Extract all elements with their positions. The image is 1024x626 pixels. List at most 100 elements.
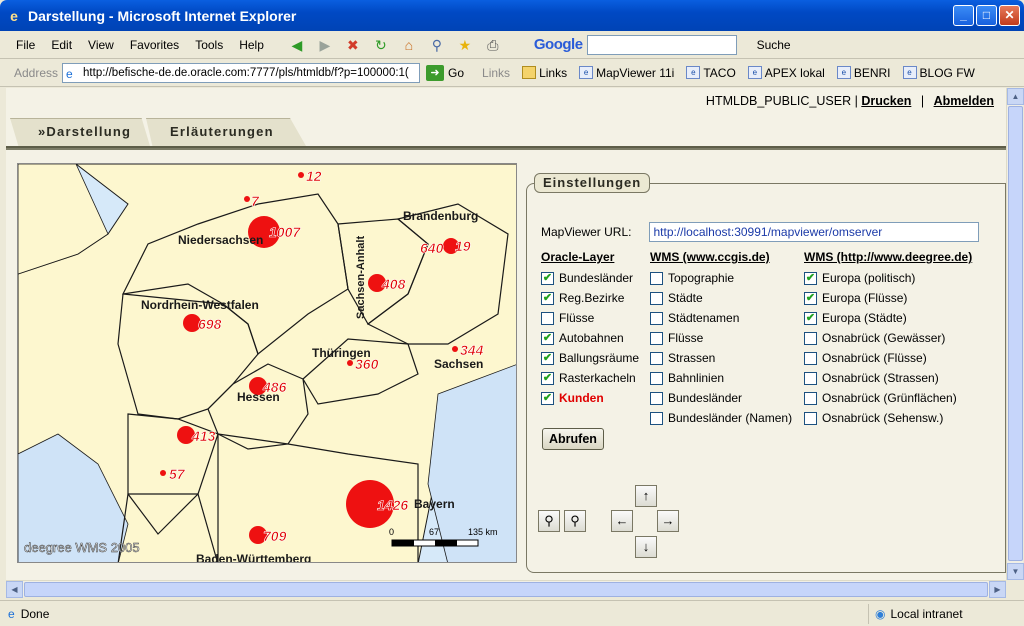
google-search-input[interactable]: [586, 34, 737, 55]
cb-regbezirke[interactable]: ✔ Reg.Bezirke: [541, 288, 639, 308]
forward-icon[interactable]: ▶: [314, 35, 336, 55]
checkbox-checked[interactable]: ✔: [541, 391, 554, 405]
back-icon[interactable]: ◀: [286, 35, 308, 55]
checkbox-checked[interactable]: ✔: [541, 331, 554, 345]
cb-bundeslaender[interactable]: ✔ Bundesländer: [541, 268, 639, 288]
pan-down-button[interactable]: ↓: [635, 536, 657, 558]
vertical-scrollbar[interactable]: ▲ ▼: [1006, 88, 1024, 580]
scroll-up-icon[interactable]: ▲: [1007, 88, 1024, 105]
zoom-out-button[interactable]: ⚲: [538, 510, 560, 532]
cb-europa-staedte[interactable]: ✔ Europa (Städte): [804, 308, 972, 328]
menu-file[interactable]: File: [8, 38, 43, 52]
menu-edit[interactable]: Edit: [43, 38, 80, 52]
checkbox-unchecked[interactable]: [650, 391, 663, 405]
checkbox-unchecked[interactable]: [650, 411, 663, 425]
cb-europa-politisch[interactable]: ✔ Europa (politisch): [804, 268, 972, 288]
checkbox-unchecked[interactable]: [804, 331, 817, 345]
cb-staedte[interactable]: Städte: [650, 288, 792, 308]
close-button[interactable]: ✕: [999, 5, 1020, 26]
cb-ccgis-fluesse[interactable]: Flüsse: [650, 328, 792, 348]
vertical-scroll-thumb[interactable]: [1008, 106, 1023, 561]
checkbox-checked[interactable]: ✔: [541, 291, 554, 305]
search-icon[interactable]: ⚲: [426, 35, 448, 55]
refresh-icon[interactable]: ↻: [370, 35, 392, 55]
checkbox-checked[interactable]: ✔: [541, 351, 554, 365]
checkbox-unchecked[interactable]: [804, 391, 817, 405]
checkbox-checked[interactable]: ✔: [804, 311, 817, 325]
pan-up-button[interactable]: ↑: [635, 485, 657, 507]
scroll-right-icon[interactable]: ▶: [989, 581, 1006, 598]
checkbox-unchecked[interactable]: [541, 311, 554, 325]
cb-osn-sehensw[interactable]: Osnabrück (Sehensw.): [804, 408, 972, 428]
pan-left-button[interactable]: ←: [611, 510, 633, 532]
home-icon[interactable]: ⌂: [398, 35, 420, 55]
print-icon[interactable]: ⎙: [482, 35, 504, 55]
menu-view[interactable]: View: [80, 38, 122, 52]
favorites-icon[interactable]: ★: [454, 35, 476, 55]
cb-osn-fluesse[interactable]: Osnabrück (Flüsse): [804, 348, 972, 368]
maximize-button[interactable]: □: [976, 5, 997, 26]
checkbox-unchecked[interactable]: [804, 371, 817, 385]
cb-bahnlinien[interactable]: Bahnlinien: [650, 368, 792, 388]
cb-europa-fluesse[interactable]: ✔ Europa (Flüsse): [804, 288, 972, 308]
google-search-button[interactable]: Suche: [757, 38, 791, 52]
cb-topographie[interactable]: Topographie: [650, 268, 792, 288]
menu-help[interactable]: Help: [231, 38, 272, 52]
print-link[interactable]: Drucken: [861, 94, 911, 108]
checkbox-unchecked[interactable]: [804, 411, 817, 425]
cb-osn-gewaesser[interactable]: Osnabrück (Gewässer): [804, 328, 972, 348]
cb-ccgis-bundeslaender[interactable]: Bundesländer: [650, 388, 792, 408]
mapviewer-url-input[interactable]: http://localhost:30991/mapviewer/omserve…: [649, 222, 980, 242]
logout-link[interactable]: Abmelden: [934, 94, 994, 108]
abrufen-button[interactable]: Abrufen: [542, 428, 604, 450]
cb-kunden[interactable]: ✔ Kunden: [541, 388, 639, 408]
checkbox-checked[interactable]: ✔: [541, 271, 554, 285]
horizontal-scrollbar[interactable]: ◀ ▶: [6, 580, 1006, 598]
ie-icon: e: [10, 7, 18, 24]
go-button[interactable]: ➜ Go: [426, 64, 464, 81]
checkbox-checked[interactable]: ✔: [804, 271, 817, 285]
menu-tools[interactable]: Tools: [187, 38, 231, 52]
cb-autobahnen[interactable]: ✔ Autobahnen: [541, 328, 639, 348]
link-benri[interactable]: e BENRI: [836, 66, 891, 80]
address-input[interactable]: e http://befische-de.de.oracle.com:7777/…: [62, 62, 421, 83]
link-mapviewer[interactable]: e MapViewer 11i: [579, 66, 674, 80]
checkbox-unchecked[interactable]: [650, 311, 663, 325]
cb-staedtenamen[interactable]: Städtenamen: [650, 308, 792, 328]
tab-darstellung[interactable]: »Darstellung: [10, 118, 150, 146]
checkbox-unchecked[interactable]: [650, 351, 663, 365]
checkbox-unchecked[interactable]: [650, 331, 663, 345]
count-hessen: 486: [262, 379, 287, 395]
map-view[interactable]: Niedersachsen Brandenburg Sachsen-Anhalt…: [17, 163, 517, 563]
link-apex[interactable]: e APEX lokal: [747, 66, 825, 80]
cb-osn-strassen[interactable]: Osnabrück (Strassen): [804, 368, 972, 388]
label-nrw: Nordrhein-Westfalen: [141, 298, 259, 312]
checkbox-checked[interactable]: ✔: [804, 291, 817, 305]
checkbox-unchecked[interactable]: [804, 351, 817, 365]
menu-bar: File Edit View Favorites Tools Help ◀ ▶ …: [0, 31, 1024, 59]
cb-fluesse[interactable]: Flüsse: [541, 308, 639, 328]
cb-bundeslaender-namen[interactable]: Bundesländer (Namen): [650, 408, 792, 428]
scroll-left-icon[interactable]: ◀: [6, 581, 23, 598]
menu-favorites[interactable]: Favorites: [122, 38, 187, 52]
checkbox-unchecked[interactable]: [650, 371, 663, 385]
checkbox-checked[interactable]: ✔: [541, 371, 554, 385]
cb-rasterkacheln[interactable]: ✔ Rasterkacheln: [541, 368, 639, 388]
link-taco[interactable]: e TACO: [686, 66, 736, 80]
minimize-button[interactable]: _: [953, 5, 974, 26]
link-links[interactable]: Links: [522, 66, 567, 80]
checkbox-unchecked[interactable]: [650, 271, 663, 285]
zoom-in-button[interactable]: ⚲: [564, 510, 586, 532]
stop-icon[interactable]: ✖: [342, 35, 364, 55]
cb-strassen[interactable]: Strassen: [650, 348, 792, 368]
cb-osn-gruenflaechen[interactable]: Osnabrück (Grünflächen): [804, 388, 972, 408]
bubble-thueringen: [347, 360, 353, 366]
pan-right-button[interactable]: →: [657, 510, 679, 532]
cb-ballungsraeume[interactable]: ✔ Ballungsräume: [541, 348, 639, 368]
count-berlin: 640: [420, 240, 444, 256]
horizontal-scroll-thumb[interactable]: [24, 582, 988, 597]
checkbox-unchecked[interactable]: [650, 291, 663, 305]
link-blog[interactable]: e BLOG FW: [902, 66, 975, 80]
tab-erlaeuterungen[interactable]: Erläuterungen: [146, 118, 306, 146]
scroll-down-icon[interactable]: ▼: [1007, 563, 1024, 580]
